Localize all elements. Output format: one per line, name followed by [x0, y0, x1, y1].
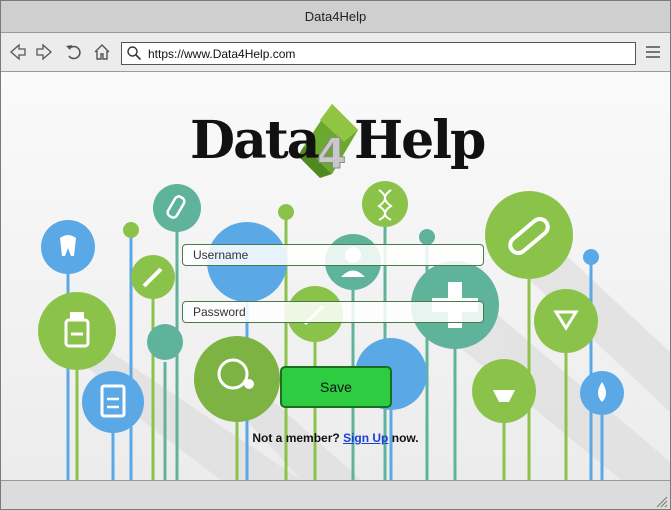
- data4help-logo: Data 4 Help: [186, 102, 490, 182]
- password-field[interactable]: [182, 301, 484, 323]
- address-bar[interactable]: [121, 42, 636, 65]
- search-icon: [127, 46, 142, 61]
- logo-graphic: Data 4 Help: [190, 104, 487, 179]
- save-button[interactable]: Save: [280, 366, 392, 408]
- hamburger-menu-icon[interactable]: [644, 43, 662, 61]
- logo-text-left: Data: [190, 110, 320, 171]
- resize-grip-icon[interactable]: [654, 494, 668, 508]
- reload-icon[interactable]: [64, 42, 84, 62]
- logo-text-mid: 4: [317, 129, 346, 178]
- signup-suffix: now.: [391, 431, 419, 445]
- username-field[interactable]: [182, 244, 484, 266]
- home-icon[interactable]: [92, 42, 112, 62]
- sign-up-link[interactable]: Sign Up: [343, 431, 388, 445]
- url-input[interactable]: [148, 43, 628, 64]
- logo-text-right: Help: [354, 110, 485, 171]
- arrow-right-icon[interactable]: [34, 42, 54, 62]
- signup-prefix: Not a member?: [252, 431, 340, 445]
- browser-window: Data4Help https://www.Data4Help.com Data…: [0, 0, 671, 510]
- page-viewport: Data 4 Help Save Not a member? Sign Up n…: [1, 72, 670, 480]
- browser-toolbar: [1, 33, 670, 72]
- status-bar: [1, 480, 670, 509]
- title-bar: Data4Help: [1, 1, 670, 33]
- signup-prompt: Not a member? Sign Up now.: [1, 431, 670, 445]
- arrow-left-icon[interactable]: [8, 42, 28, 62]
- window-title: Data4Help: [304, 9, 367, 24]
